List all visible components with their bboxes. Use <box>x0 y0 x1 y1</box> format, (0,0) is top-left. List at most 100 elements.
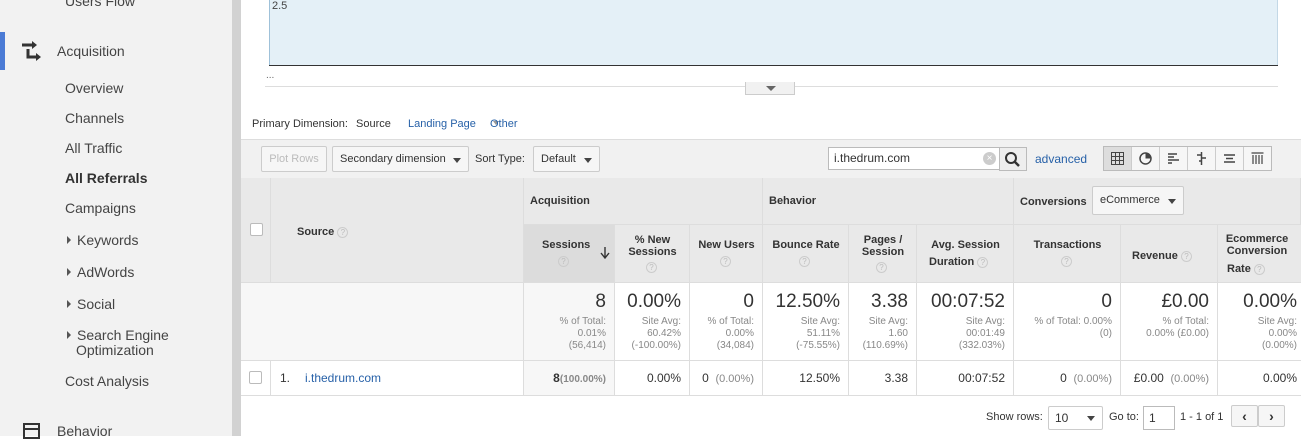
next-page-button[interactable]: › <box>1258 405 1285 427</box>
sidebar-item-users-flow[interactable]: Users Flow <box>65 0 135 9</box>
help-icon[interactable]: ? <box>799 256 810 267</box>
total-value: 0.00% <box>1243 291 1297 312</box>
dimension-other[interactable]: Other <box>490 118 518 130</box>
chart-area <box>269 0 1278 66</box>
source-column-header[interactable]: Source ? <box>297 226 349 238</box>
sub-line: 0.01% <box>577 328 606 339</box>
help-icon[interactable]: ? <box>1253 263 1265 275</box>
row-sessions: 8(100.00%) <box>524 361 615 396</box>
table-filter-input[interactable]: i.thedrum.com × <box>828 147 1004 170</box>
sessions-header[interactable]: Sessions ? <box>524 225 615 283</box>
help-icon[interactable]: ? <box>337 226 349 238</box>
table-toolbar: Plot Rows Secondary dimension Sort Type:… <box>241 139 1301 178</box>
sidebar-item-all-traffic[interactable]: All Traffic <box>65 140 122 156</box>
show-rows-select[interactable]: 10 <box>1048 406 1103 430</box>
sidebar-item-overview[interactable]: Overview <box>65 80 123 96</box>
dimension-source[interactable]: Source <box>356 118 391 130</box>
behavior-icon <box>23 423 41 442</box>
help-icon[interactable]: ? <box>1180 250 1192 262</box>
help-icon[interactable]: ? <box>558 256 569 267</box>
help-icon[interactable]: ? <box>646 262 657 273</box>
row-checkbox[interactable] <box>249 371 262 384</box>
row-source-link[interactable]: i.thedrum.com <box>305 371 381 385</box>
sort-type-dropdown[interactable]: Default <box>533 146 600 172</box>
row-pages-per-session: 3.38 <box>849 361 917 396</box>
plot-rows-button[interactable]: Plot Rows <box>261 146 327 172</box>
total-transactions: 0 % of Total: 0.00% (0) <box>1014 283 1121 361</box>
total-sub: % of Total: 0.00% (£0.00) <box>1146 316 1209 340</box>
select-all-checkbox[interactable] <box>250 223 263 236</box>
sidebar-item-all-referrals[interactable]: All Referrals <box>65 170 147 186</box>
sidebar-item-adwords[interactable]: AdWords <box>67 264 134 280</box>
sub-line: (332.03%) <box>958 340 1005 351</box>
sidebar-item-channels[interactable]: Channels <box>65 110 124 126</box>
revenue-header[interactable]: Revenue ? <box>1121 225 1218 283</box>
dimension-landing-page[interactable]: Landing Page <box>408 118 476 130</box>
performance-view-button[interactable] <box>1160 147 1188 170</box>
help-icon[interactable]: ? <box>1061 256 1072 267</box>
chart-collapse-handle[interactable] <box>745 82 795 95</box>
sidebar-item-social[interactable]: Social <box>67 296 115 312</box>
sidebar-item-label: Keywords <box>77 232 139 248</box>
prev-page-button[interactable]: ‹ <box>1231 405 1258 427</box>
percent: (0.00%) <box>1170 373 1209 385</box>
help-icon[interactable]: ? <box>977 256 989 268</box>
caret-down-icon <box>584 158 592 163</box>
pie-view-button[interactable] <box>1132 147 1160 170</box>
ecr-header-label: Ecommerce Conversion <box>1218 233 1296 257</box>
header-line: Sessions <box>628 246 677 258</box>
sidebar-item-label: Social <box>77 296 116 312</box>
sidebar-item-campaigns[interactable]: Campaigns <box>65 200 136 216</box>
new-users-header[interactable]: New Users ? <box>690 225 763 283</box>
sidebar-item-seo[interactable]: Search Engine Optimization <box>67 328 169 358</box>
avg-session-duration-header[interactable]: Avg. Session Duration ? <box>917 225 1014 283</box>
acquisition-icon <box>20 40 44 65</box>
sidebar-item-label: Search Engine <box>77 327 169 343</box>
table-view-button[interactable] <box>1104 147 1132 170</box>
secondary-dimension-dropdown[interactable]: Secondary dimension <box>332 146 469 172</box>
expand-triangle-icon <box>67 268 71 276</box>
sort-type-label: Sort Type: <box>475 153 525 165</box>
header-line: % New <box>634 234 671 246</box>
pages-per-session-header[interactable]: Pages / Session ? <box>849 225 917 283</box>
goto-input[interactable]: 1 <box>1143 406 1175 430</box>
total-sub: Site Avg: 00:01:49 (332.03%) <box>959 316 1005 352</box>
ecr-header-line3: Rate ? <box>1227 263 1265 275</box>
chart-baseline <box>269 65 1278 66</box>
show-rows-label: Show rows: <box>986 411 1043 423</box>
help-icon[interactable]: ? <box>876 262 887 273</box>
row-transactions: 0 (0.00%) <box>1014 361 1121 396</box>
row-avg-session-duration: 00:07:52 <box>917 361 1014 396</box>
transactions-header[interactable]: Transactions ? <box>1014 225 1121 283</box>
help-icon[interactable]: ? <box>720 256 731 267</box>
header-line: Revenue <box>1132 250 1178 262</box>
new-sessions-header[interactable]: % New Sessions ? <box>615 225 690 283</box>
bounce-rate-header[interactable]: Bounce Rate ? <box>763 225 849 283</box>
pivot-view-button[interactable] <box>1244 147 1271 170</box>
header-line: Conversion <box>1226 245 1288 257</box>
advanced-filter-link[interactable]: advanced <box>1035 152 1087 166</box>
sidebar-item-cost-analysis[interactable]: Cost Analysis <box>65 373 149 389</box>
term-cloud-view-button[interactable] <box>1216 147 1244 170</box>
percent: (100.00%) <box>559 374 606 385</box>
comparison-view-button[interactable] <box>1188 147 1216 170</box>
value: 0 <box>702 371 709 385</box>
sidebar-section-behavior[interactable]: Behavior <box>57 423 112 439</box>
clear-icon[interactable]: × <box>983 152 996 165</box>
pivot-icon <box>1251 152 1264 164</box>
total-value: 8 <box>595 291 606 312</box>
chevron-left-icon: ‹ <box>1242 408 1247 424</box>
sub-line: Site Avg: <box>800 316 840 327</box>
caret-down-icon <box>453 158 461 163</box>
ecommerce-conversion-rate-header[interactable]: Ecommerce Conversion Rate ? <box>1218 225 1301 283</box>
sidebar-item-keywords[interactable]: Keywords <box>67 232 138 248</box>
header-line: Rate <box>1227 263 1251 275</box>
conversions-type-dropdown[interactable]: eCommerce <box>1092 186 1184 215</box>
sidebar-section-acquisition[interactable]: Acquisition <box>57 43 125 59</box>
expand-triangle-icon <box>67 236 71 244</box>
sub-line: % of Total: 0.00% <box>1034 316 1112 327</box>
row-ecommerce-conversion-rate: 0.00% <box>1218 361 1301 396</box>
source-header-cell: Source ? <box>271 178 524 283</box>
search-button[interactable] <box>999 147 1027 171</box>
comparison-icon <box>1197 152 1206 165</box>
